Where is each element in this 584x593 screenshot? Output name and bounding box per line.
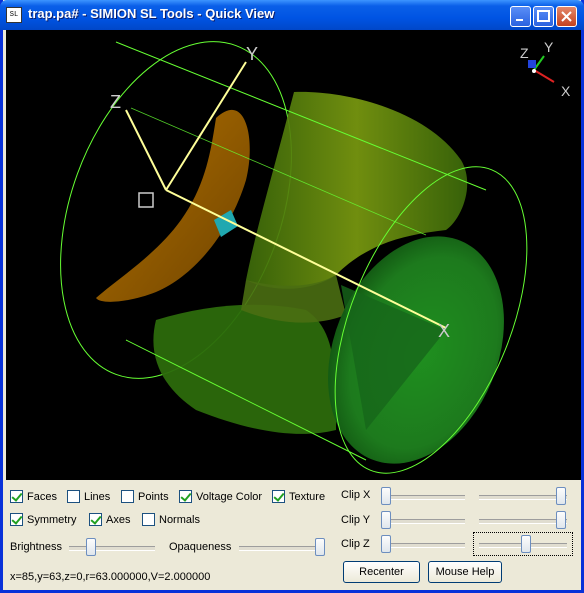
gizmo-label-x: X	[561, 83, 571, 99]
faces-check-box[interactable]	[10, 490, 23, 503]
geometry-render[interactable]: Z Y X Z Y X	[6, 30, 581, 480]
title-bar[interactable]: SL trap.pa# - SIMION SL Tools - Quick Vi…	[0, 0, 584, 30]
points-check-box[interactable]	[121, 490, 134, 503]
clip-z-high-thumb[interactable]	[521, 535, 531, 553]
clip-x-label: Clip X	[341, 489, 371, 501]
brightness-slider[interactable]	[69, 537, 155, 557]
clip-x-low-slider[interactable]	[381, 486, 465, 506]
control-panel: Faces Lines Points Voltage Color Texture…	[3, 483, 581, 593]
faces-checkbox[interactable]: Faces	[10, 490, 57, 503]
clip-y-high-thumb[interactable]	[556, 511, 566, 529]
texture-checkbox[interactable]: Texture	[272, 490, 325, 503]
symmetry-label: Symmetry	[27, 513, 77, 526]
opaqueness-label: Opaqueness	[169, 541, 232, 553]
clip-z-label: Clip Z	[341, 538, 370, 550]
axes-label: Axes	[106, 513, 131, 526]
clip-x-low-track[interactable]	[381, 495, 465, 500]
normals-checkbox[interactable]: Normals	[142, 513, 200, 526]
mouse-help-button[interactable]: Mouse Help	[428, 561, 502, 583]
voltage-color-check-box[interactable]	[179, 490, 192, 503]
normals-label: Normals	[159, 513, 200, 526]
close-icon	[561, 11, 572, 22]
clip-z-low-thumb[interactable]	[381, 535, 391, 553]
app-icon[interactable]: SL	[6, 7, 22, 23]
3d-viewport[interactable]: Z Y X Z Y X	[6, 30, 581, 480]
clip-x-low-thumb[interactable]	[381, 487, 391, 505]
axis-label-z: Z	[110, 92, 121, 112]
axis-label-x: X	[438, 321, 450, 341]
minimize-icon	[516, 19, 523, 21]
maximize-icon	[537, 10, 550, 22]
status-readout: x=85,y=63,z=0,r=63.000000,V=2.000000	[10, 571, 211, 583]
clip-y-low-slider[interactable]	[381, 510, 465, 530]
texture-check-box[interactable]	[272, 490, 285, 503]
faces-label: Faces	[27, 490, 57, 503]
normals-check-box[interactable]	[142, 513, 155, 526]
points-checkbox[interactable]: Points	[121, 490, 169, 503]
clip-y-label: Clip Y	[341, 514, 371, 526]
gizmo-label-y: Y	[544, 39, 554, 55]
opaqueness-slider[interactable]	[239, 537, 325, 557]
voltage-color-checkbox[interactable]: Voltage Color	[179, 490, 262, 503]
clip-x-high-slider[interactable]	[479, 486, 567, 506]
clip-y-low-thumb[interactable]	[381, 511, 391, 529]
texture-label: Texture	[289, 490, 326, 503]
maximize-button[interactable]	[533, 6, 554, 27]
lines-checkbox[interactable]: Lines	[67, 490, 110, 503]
brightness-thumb[interactable]	[86, 538, 96, 556]
symmetry-checkbox[interactable]: Symmetry	[10, 513, 77, 526]
brightness-track[interactable]	[69, 546, 155, 551]
lines-check-box[interactable]	[67, 490, 80, 503]
end-cap-electrode	[96, 109, 250, 302]
axes-checkbox[interactable]: Axes	[89, 513, 130, 526]
axis-label-y: Y	[246, 44, 258, 64]
quick-view-window: SL trap.pa# - SIMION SL Tools - Quick Vi…	[0, 0, 584, 593]
clip-x-high-thumb[interactable]	[556, 487, 566, 505]
clip-z-low-track[interactable]	[381, 543, 465, 548]
clip-z-low-slider[interactable]	[381, 534, 465, 554]
minimize-button[interactable]	[510, 6, 531, 27]
axes-check-box[interactable]	[89, 513, 102, 526]
recenter-button[interactable]: Recenter	[343, 561, 420, 583]
clip-y-low-track[interactable]	[381, 519, 465, 524]
close-button[interactable]	[556, 6, 577, 27]
orientation-gizmo: Z Y X	[520, 39, 571, 99]
origin-marker	[138, 192, 154, 208]
ring-electrode-lower	[153, 304, 336, 434]
axis-z-line	[125, 109, 167, 191]
gizmo-label-z: Z	[520, 45, 529, 61]
lines-label: Lines	[84, 490, 111, 503]
brightness-label: Brightness	[10, 541, 62, 553]
opaqueness-thumb[interactable]	[315, 538, 325, 556]
window-title: trap.pa# - SIMION SL Tools - Quick View	[28, 6, 275, 21]
symmetry-check-box[interactable]	[10, 513, 23, 526]
clip-y-high-track[interactable]	[479, 519, 567, 524]
voltage-color-label: Voltage Color	[196, 490, 263, 503]
clip-y-high-slider[interactable]	[479, 510, 567, 530]
points-label: Points	[138, 490, 169, 503]
opaqueness-track[interactable]	[239, 546, 325, 551]
clip-z-high-slider[interactable]	[479, 534, 567, 554]
clip-x-high-track[interactable]	[479, 495, 567, 500]
